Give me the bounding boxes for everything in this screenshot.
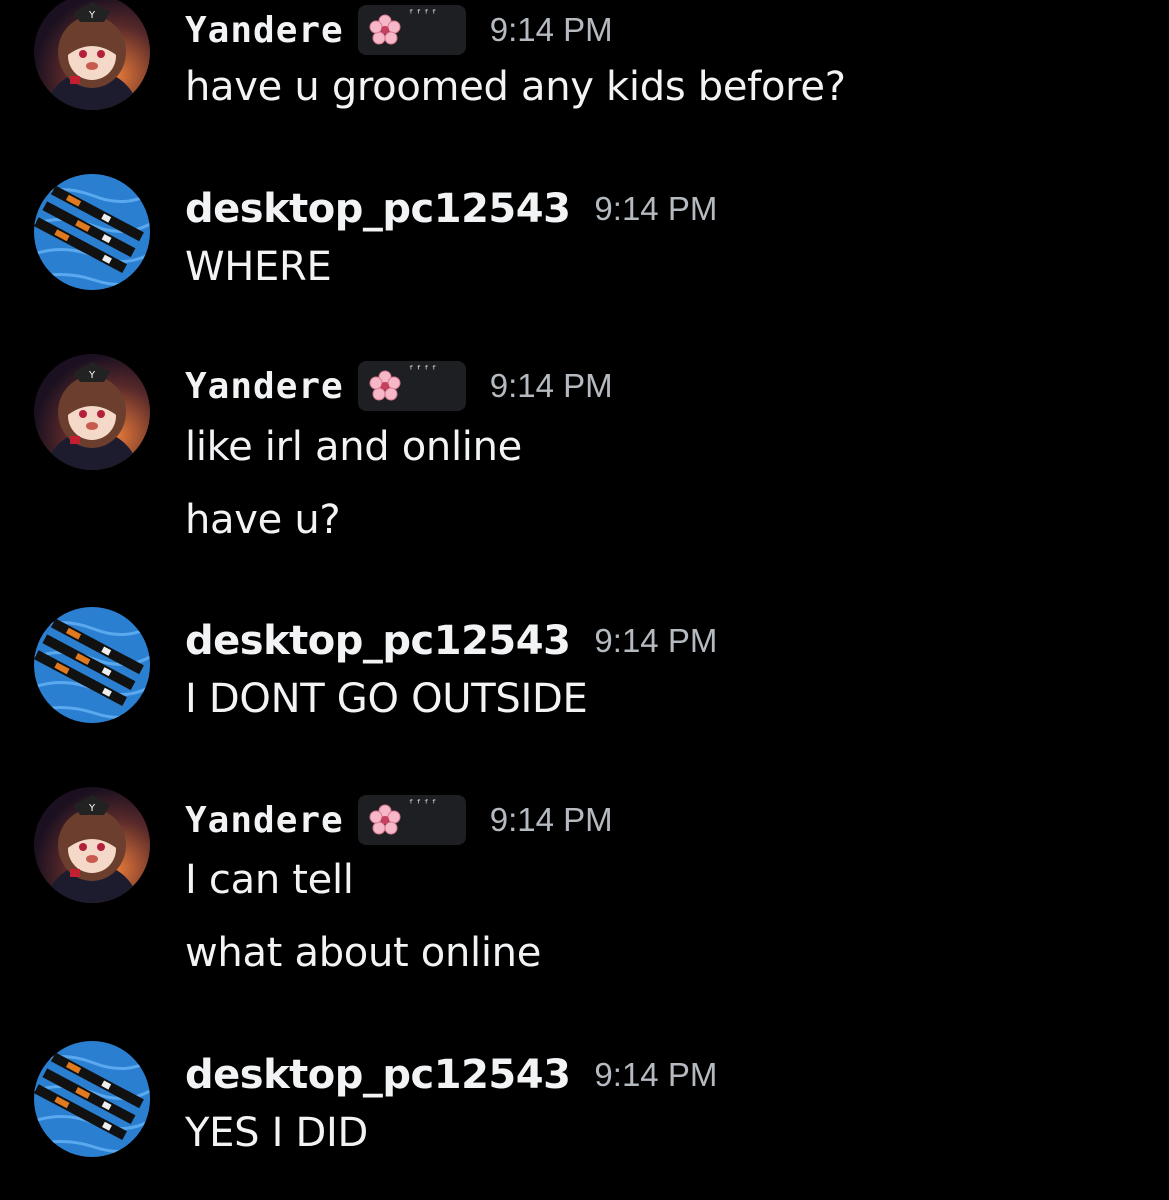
message-header: desktop_pc12543 9:14 PM [185,616,717,666]
timestamp[interactable]: 9:14 PM [490,367,613,405]
message-text: like irl and online [185,424,522,470]
username[interactable]: Yandere [185,800,344,841]
anime-girl-avatar-icon: Y [34,787,150,903]
timestamp[interactable]: 9:14 PM [594,622,717,660]
message-text: I can tell [185,857,354,903]
guild-tag-badge[interactable]: ᶠᶠᶠᶠ [357,795,466,845]
message-text: YES I DID [185,1110,369,1156]
guild-tag-label: ᶠᶠᶠᶠ [407,797,439,810]
timestamp[interactable]: 9:14 PM [490,11,613,49]
cherry-blossom-icon [369,370,401,401]
guild-tag-badge[interactable]: ᶠᶠᶠᶠ [357,361,466,411]
user-avatar[interactable]: Y [34,0,150,110]
guild-tag-label: ᶠᶠᶠᶠ [407,7,439,20]
username[interactable]: Yandere [185,10,344,51]
message-header: Yandere ᶠᶠᶠᶠ 9:14 PM [185,795,613,845]
timestamp[interactable]: 9:14 PM [490,801,613,839]
username[interactable]: desktop_pc12543 [185,186,571,232]
timestamp[interactable]: 9:14 PM [594,1056,717,1094]
ocean-ships-avatar-icon [34,1041,150,1157]
message-text: what about online [185,930,542,976]
anime-girl-avatar-icon: Y [34,0,150,110]
message-header: Yandere ᶠᶠᶠᶠ 9:14 PM [185,5,613,55]
message-text: I DONT GO OUTSIDE [185,676,588,722]
guild-tag-label: ᶠᶠᶠᶠ [407,363,439,376]
user-avatar[interactable] [34,607,150,723]
message-header: Yandere ᶠᶠᶠᶠ 9:14 PM [185,361,613,411]
user-avatar[interactable] [34,174,150,290]
message-text: WHERE [185,244,332,290]
username[interactable]: desktop_pc12543 [185,618,571,664]
user-avatar[interactable] [34,1041,150,1157]
svg-text:Y: Y [88,10,96,21]
svg-text:Y: Y [88,803,96,814]
user-avatar[interactable]: Y [34,354,150,470]
cherry-blossom-icon [369,804,401,835]
cherry-blossom-icon [369,14,401,45]
guild-tag-badge[interactable]: ᶠᶠᶠᶠ [357,5,466,55]
user-avatar[interactable]: Y [34,787,150,903]
username[interactable]: desktop_pc12543 [185,1052,571,1098]
message-header: desktop_pc12543 9:14 PM [185,184,717,234]
username[interactable]: Yandere [185,366,344,407]
svg-text:Y: Y [88,370,96,381]
anime-girl-avatar-icon: Y [34,354,150,470]
message-header: desktop_pc12543 9:14 PM [185,1050,717,1100]
ocean-ships-avatar-icon [34,607,150,723]
timestamp[interactable]: 9:14 PM [594,190,717,228]
message-text: have u groomed any kids before? [185,64,846,110]
message-text: have u? [185,497,341,543]
ocean-ships-avatar-icon [34,174,150,290]
